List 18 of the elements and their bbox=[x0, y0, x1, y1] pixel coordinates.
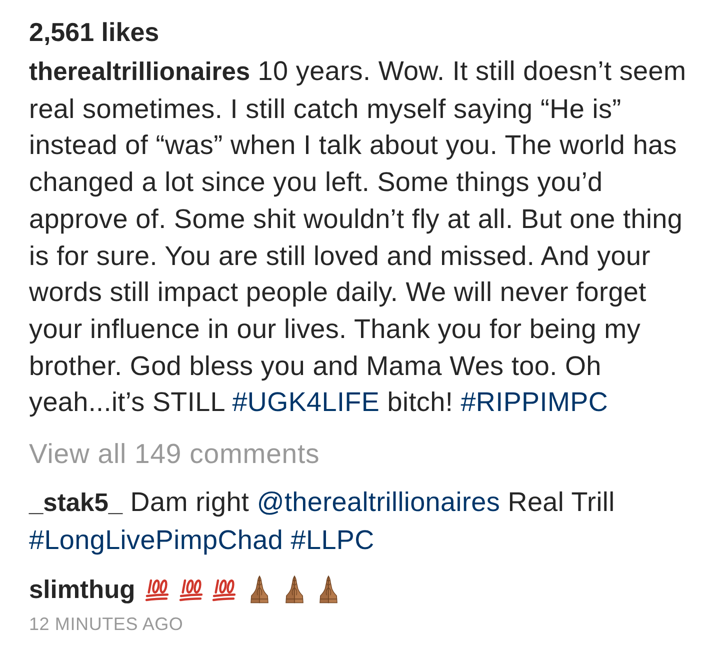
hundred-points-icon bbox=[144, 578, 169, 602]
folded-hands-icon bbox=[250, 575, 270, 604]
hundred-points-icon bbox=[212, 578, 236, 602]
username-link[interactable]: slimthug bbox=[29, 576, 136, 604]
username-link[interactable]: therealtrillionaires bbox=[29, 58, 250, 86]
hashtag-link[interactable]: #LongLivePimpChad bbox=[29, 525, 284, 556]
folded-hands-icon bbox=[319, 575, 338, 604]
hashtag-link[interactable]: #UGK4LIFE bbox=[232, 387, 380, 418]
caption-text: therealtrillionaires 10 years. Wow. It still doesn’t seem real sometimes. I still catch myself saying “He is” instead of “was” when I talk about you. The world has changed a lot since you left. Some things you’d approve of. Some shit wouldn’t fly at all. But one thing is for sure. You are still loved and missed. And your words still impact people daily. We will never forget your influence in our lives. Thank you for being my brother. God bless you and Mama Wes too. Oh yeah...it’s STILL #UGK4LIFE bitch! #RIPPIMPC bbox=[29, 55, 688, 420]
mention-link[interactable]: @therealtrillionaires bbox=[256, 487, 500, 518]
likes-count: 2,561 likes bbox=[29, 16, 160, 49]
comment-text: _stak5_ Dam right @therealtrillionaires Real Trill #LongLivePimpChad #LLPC bbox=[29, 486, 616, 558]
username-link[interactable]: _stak5_ bbox=[29, 489, 123, 518]
hashtag-link[interactable]: #LLPC bbox=[290, 525, 374, 556]
folded-hands-icon bbox=[284, 575, 304, 604]
hashtag-link[interactable]: #RIPPIMPC bbox=[460, 387, 608, 418]
post-timestamp: 12 MINUTES AGO bbox=[29, 613, 184, 636]
hundred-points-icon bbox=[178, 578, 203, 602]
